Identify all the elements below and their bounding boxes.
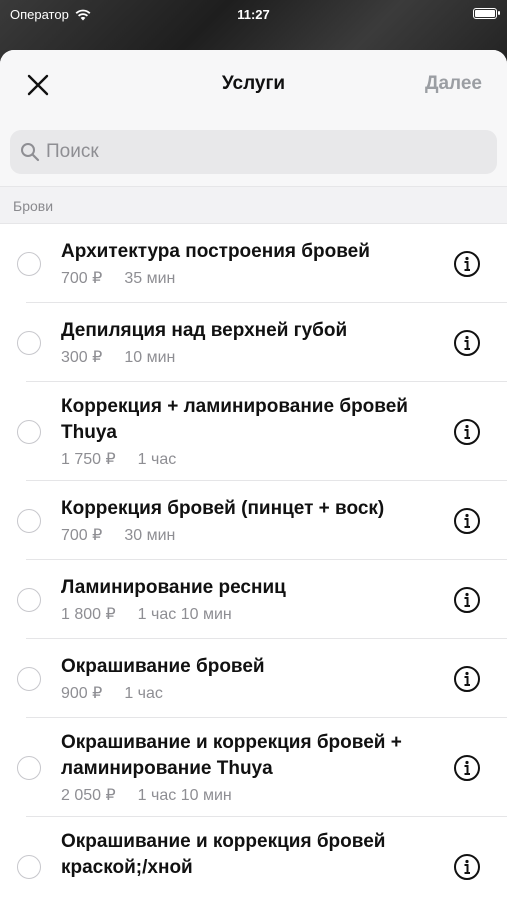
service-row[interactable]: Окрашивание и коррекция бровей + ламинир… bbox=[0, 718, 507, 817]
service-title: Архитектура построения бровей bbox=[61, 241, 370, 262]
service-title: Коррекция бровей (пинцет + воск) bbox=[61, 498, 385, 519]
radio-button[interactable] bbox=[17, 330, 41, 355]
info-icon[interactable] bbox=[453, 586, 481, 614]
service-title: Окрашивание и коррекция бровей краской;/… bbox=[61, 831, 386, 878]
clock: 11:27 bbox=[237, 7, 270, 22]
service-row[interactable]: Депиляция над верхней губой 300 ₽ 10 мин bbox=[0, 303, 507, 382]
service-row[interactable]: Коррекция + ламинирование бровей Thuya 1… bbox=[0, 382, 507, 481]
service-duration: 35 мин bbox=[124, 270, 176, 287]
info-icon[interactable] bbox=[453, 329, 481, 357]
service-row[interactable]: Архитектура построения бровей 700 ₽ 35 ми… bbox=[0, 224, 507, 303]
service-duration: 1 час 10 мин bbox=[137, 606, 232, 623]
service-title: Окрашивание и коррекция бровей + ламинир… bbox=[61, 732, 402, 779]
radio-button[interactable] bbox=[17, 587, 41, 612]
section-header-brows: Брови bbox=[0, 186, 507, 224]
radio-button[interactable] bbox=[17, 419, 41, 444]
service-title: Окрашивание бровей bbox=[61, 656, 265, 677]
service-price: 700 ₽ bbox=[61, 527, 103, 544]
battery-icon bbox=[473, 8, 500, 19]
service-price: 300 ₽ bbox=[61, 349, 103, 366]
status-bar: Оператор 11:27 bbox=[0, 0, 507, 28]
service-title: Ламинирование ресниц bbox=[61, 577, 286, 598]
service-title: Коррекция + ламинирование бровей Thuya bbox=[61, 396, 408, 443]
search-icon bbox=[21, 143, 40, 162]
info-icon[interactable] bbox=[453, 250, 481, 278]
info-icon[interactable] bbox=[453, 754, 481, 782]
navigation-bar: Услуги Далее bbox=[0, 50, 507, 118]
next-button[interactable]: Далее bbox=[425, 73, 482, 95]
service-row[interactable]: Коррекция бровей (пинцет + воск) 700 ₽ 30… bbox=[0, 481, 507, 560]
service-price: 2 050 ₽ bbox=[61, 787, 116, 804]
service-duration: 1 час 10 мин bbox=[137, 787, 232, 804]
service-price: 1 800 ₽ bbox=[61, 606, 116, 623]
service-price: 1 750 ₽ bbox=[61, 451, 116, 468]
search-field[interactable] bbox=[10, 130, 497, 174]
services-list: Архитектура построения бровей 700 ₽ 35 ми… bbox=[0, 224, 507, 910]
info-icon[interactable] bbox=[453, 665, 481, 693]
service-duration: 1 час bbox=[124, 685, 163, 702]
service-price: 700 ₽ bbox=[61, 270, 103, 287]
radio-button[interactable] bbox=[17, 508, 41, 533]
services-sheet: Услуги Далее Брови Архитектура построени… bbox=[0, 50, 507, 910]
radio-button[interactable] bbox=[17, 854, 41, 879]
radio-button[interactable] bbox=[17, 755, 41, 780]
service-duration: 1 час bbox=[137, 451, 177, 468]
service-title: Депиляция над верхней губой bbox=[61, 320, 348, 341]
search-input[interactable] bbox=[46, 130, 486, 174]
radio-button[interactable] bbox=[17, 251, 41, 276]
service-row[interactable]: Окрашивание бровей 900 ₽ 1 час bbox=[0, 639, 507, 718]
info-icon[interactable] bbox=[453, 418, 481, 446]
info-icon[interactable] bbox=[453, 853, 481, 881]
service-row[interactable]: Окрашивание и коррекция бровей краской;/… bbox=[0, 817, 507, 910]
service-duration: 10 мин bbox=[124, 349, 176, 366]
info-icon[interactable] bbox=[453, 507, 481, 535]
search-bar bbox=[0, 118, 507, 186]
service-price: 900 ₽ bbox=[61, 685, 103, 702]
radio-button[interactable] bbox=[17, 666, 41, 691]
service-row[interactable]: Ламинирование ресниц 1 800 ₽ 1 час 10 мин bbox=[0, 560, 507, 639]
service-duration: 30 мин bbox=[124, 527, 176, 544]
